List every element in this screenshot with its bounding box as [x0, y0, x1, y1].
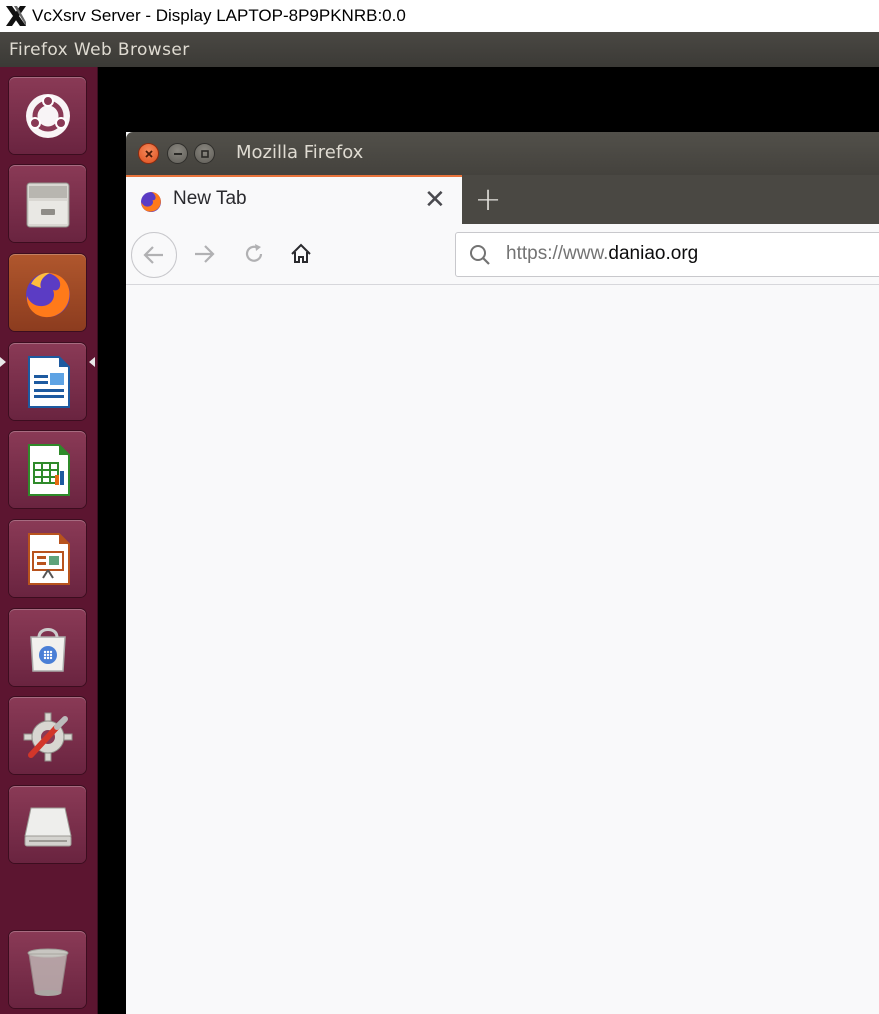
unity-launcher — [0, 67, 98, 1014]
window-maximize-button[interactable] — [194, 143, 215, 164]
window-close-button[interactable] — [138, 143, 159, 164]
home-button[interactable] — [286, 239, 316, 269]
forward-button[interactable] — [190, 239, 220, 269]
ubuntu-logo-icon — [25, 93, 70, 138]
calc-icon — [27, 443, 70, 496]
url-domain: daniao.org — [608, 243, 699, 264]
panel-app-name: Firefox Web Browser — [9, 39, 190, 60]
maximize-icon — [200, 149, 209, 158]
launcher-item-settings[interactable] — [9, 697, 86, 774]
impress-icon — [27, 532, 70, 585]
navigation-toolbar: https://www.daniao.org — [126, 224, 879, 285]
files-icon — [26, 182, 69, 227]
reload-button[interactable] — [239, 239, 269, 269]
launcher-item-files[interactable] — [9, 165, 86, 242]
forward-arrow-icon — [195, 245, 215, 263]
back-arrow-icon — [143, 246, 163, 264]
search-icon — [470, 245, 490, 265]
launcher-item-software[interactable] — [9, 609, 86, 686]
minimize-icon — [173, 152, 182, 155]
firefox-favicon-icon — [141, 192, 161, 212]
url-text: https://www.daniao.org — [506, 243, 698, 265]
launcher-item-dash[interactable] — [9, 77, 86, 154]
software-center-icon — [29, 627, 66, 672]
writer-icon — [27, 355, 70, 408]
window-titlebar[interactable]: Mozilla Firefox — [126, 132, 879, 175]
launcher-item-firefox[interactable] — [9, 254, 86, 331]
reload-icon — [245, 244, 263, 262]
top-panel: Firefox Web Browser — [0, 32, 879, 67]
close-icon — [144, 149, 153, 158]
page-content — [126, 285, 879, 1014]
window-minimize-button[interactable] — [167, 143, 188, 164]
tab-new-tab[interactable]: New Tab ✕ — [126, 175, 462, 224]
host-titlebar: VcXsrv Server - Display LAPTOP-8P9PKNRB:… — [0, 0, 879, 32]
tab-close-button[interactable]: ✕ — [424, 185, 446, 215]
tab-label: New Tab — [173, 188, 247, 209]
system-settings-icon — [23, 712, 72, 761]
launcher-item-drive[interactable] — [9, 786, 86, 863]
tab-strip: New Tab ✕ + — [126, 175, 879, 224]
new-tab-button[interactable]: + — [473, 179, 503, 219]
back-button[interactable] — [131, 232, 177, 278]
window-title: Mozilla Firefox — [236, 142, 364, 163]
active-pip-right — [89, 357, 95, 367]
launcher-item-trash[interactable] — [9, 931, 86, 1008]
firefox-icon — [25, 272, 70, 317]
active-pip-left — [0, 357, 6, 367]
x-server-logo-icon — [6, 6, 26, 26]
home-icon — [291, 243, 311, 263]
drive-icon — [23, 807, 72, 846]
url-bar[interactable]: https://www.daniao.org — [455, 232, 879, 277]
trash-icon — [27, 948, 68, 996]
url-prefix: https://www. — [506, 243, 609, 264]
launcher-item-impress[interactable] — [9, 520, 86, 597]
host-window-title: VcXsrv Server - Display LAPTOP-8P9PKNRB:… — [32, 6, 406, 25]
launcher-item-calc[interactable] — [9, 431, 86, 508]
launcher-item-writer[interactable] — [9, 343, 86, 420]
firefox-window: Mozilla Firefox New Tab ✕ + https://www.… — [126, 132, 879, 1014]
